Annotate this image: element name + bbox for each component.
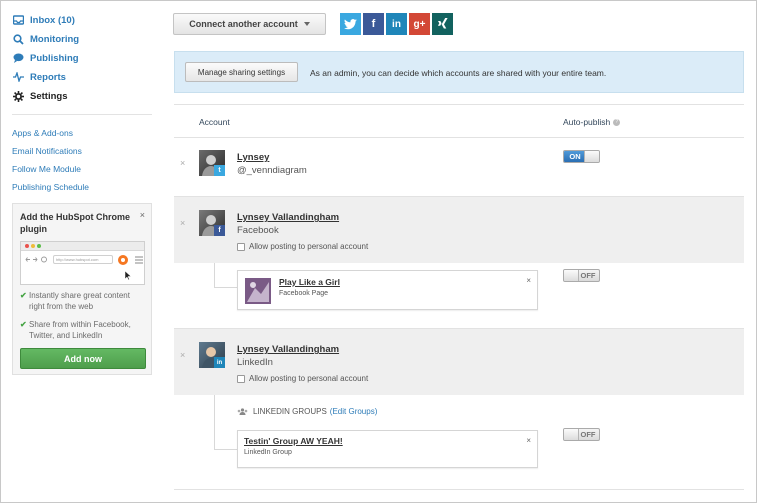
xing-icon: [437, 17, 448, 28]
account-network: LinkedIn: [237, 357, 273, 368]
sharing-settings-banner: Manage sharing settings As an admin, you…: [174, 51, 744, 93]
xing-connect-button[interactable]: [432, 13, 453, 35]
account-handle: @_venndiagram: [237, 165, 307, 176]
toggle-state: OFF: [580, 271, 596, 280]
tree-connector: [214, 263, 215, 287]
linkedin-icon: in: [392, 18, 401, 30]
google-plus-icon: g+: [413, 18, 426, 30]
nav-publishing[interactable]: Publishing: [12, 51, 79, 65]
header-divider: [174, 137, 744, 138]
inbox-icon: [12, 14, 24, 26]
nav-inbox[interactable]: Inbox (10): [12, 13, 75, 27]
page-title-link[interactable]: Play Like a Girl: [279, 277, 340, 287]
table-top-divider: [174, 104, 744, 105]
link-follow-me-module[interactable]: Follow Me Module: [12, 164, 81, 174]
plugin-title: Add the HubSpot Chrome plugin: [20, 212, 130, 234]
remove-group-button[interactable]: ×: [526, 436, 531, 445]
linkedin-groups-header: LINKEDIN GROUPS (Edit Groups): [237, 407, 377, 416]
nav-publishing-label: Publishing: [30, 52, 79, 64]
nav-reports-label: Reports: [30, 71, 66, 83]
facebook-icon: f: [214, 225, 225, 236]
speech-bubble-icon: [12, 52, 24, 64]
allow-personal-posting-checkbox[interactable]: [237, 375, 245, 383]
nav-monitoring[interactable]: Monitoring: [12, 32, 79, 46]
auto-publish-toggle[interactable]: ON: [563, 150, 600, 163]
avatar: t: [199, 150, 225, 176]
linkedin-icon: in: [214, 357, 225, 368]
column-header-account: Account: [199, 117, 230, 127]
group-icon: [237, 408, 248, 415]
auto-publish-toggle[interactable]: OFF: [563, 269, 600, 282]
table-bottom-divider: [174, 489, 744, 490]
allow-personal-posting-label: Allow posting to personal account: [249, 374, 369, 383]
group-title-link[interactable]: Testin' Group AW YEAH!: [244, 436, 343, 446]
tree-connector: [214, 287, 237, 288]
allow-personal-posting-checkbox[interactable]: [237, 243, 245, 251]
browser-illustration: http://www.hubspot.com: [20, 241, 145, 285]
browser-url-field: http://www.hubspot.com: [53, 255, 113, 264]
checkmark-icon: ✔: [20, 291, 27, 300]
tree-connector: [214, 449, 237, 450]
link-apps-addons[interactable]: Apps & Add-ons: [12, 128, 73, 138]
twitter-icon: t: [214, 165, 225, 176]
hubspot-sprocket-icon: [118, 255, 128, 265]
google-plus-connect-button[interactable]: g+: [409, 13, 430, 35]
toggle-state: ON: [564, 151, 586, 162]
remove-page-button[interactable]: ×: [526, 276, 531, 285]
nav-inbox-label: Inbox (10): [30, 14, 75, 26]
account-name-link[interactable]: Lynsey Vallandingham: [237, 212, 339, 223]
avatar: f: [199, 210, 225, 236]
linkedin-group-card: Testin' Group AW YEAH! LinkedIn Group ×: [237, 430, 538, 468]
gear-icon: [12, 90, 24, 102]
checkmark-icon: ✔: [20, 320, 27, 329]
manage-sharing-settings-button[interactable]: Manage sharing settings: [185, 62, 298, 82]
nav-monitoring-label: Monitoring: [30, 33, 80, 45]
remove-account-button[interactable]: ×: [180, 218, 185, 228]
edit-groups-link[interactable]: (Edit Groups): [330, 407, 378, 416]
activity-icon: [12, 71, 24, 83]
linkedin-connect-button[interactable]: in: [386, 13, 407, 35]
link-publishing-schedule[interactable]: Publishing Schedule: [12, 182, 89, 192]
twitter-icon: [344, 18, 357, 29]
remove-account-button[interactable]: ×: [180, 350, 185, 360]
page-thumbnail: [245, 278, 271, 304]
facebook-page-card: Play Like a Girl Facebook Page ×: [237, 270, 538, 310]
plugin-benefit-1: ✔ Instantly share great content right fro…: [20, 291, 130, 311]
sidebar-divider: [12, 114, 152, 115]
plugin-close-icon[interactable]: ×: [140, 210, 145, 220]
account-name-link[interactable]: Lynsey: [237, 152, 269, 163]
page-type: Facebook Page: [279, 290, 329, 297]
facebook-icon: f: [371, 18, 376, 30]
twitter-connect-button[interactable]: [340, 13, 361, 35]
search-icon: [12, 33, 24, 45]
avatar: in: [199, 342, 225, 368]
nav-settings[interactable]: Settings: [12, 89, 67, 103]
nav-reports[interactable]: Reports: [12, 70, 66, 84]
add-now-button[interactable]: Add now: [20, 348, 146, 369]
nav-settings-label: Settings: [30, 90, 68, 102]
allow-personal-posting-label: Allow posting to personal account: [249, 242, 369, 251]
banner-text: As an admin, you can decide which accoun…: [310, 68, 607, 78]
facebook-connect-button[interactable]: f: [363, 13, 384, 35]
plugin-benefit-2: ✔ Share from within Facebook, Twitter, an…: [20, 320, 131, 340]
chrome-plugin-promo: Add the HubSpot Chrome plugin × http://w…: [12, 203, 152, 375]
linkedin-groups-label: LINKEDIN GROUPS: [253, 407, 327, 416]
tree-connector: [214, 395, 215, 449]
group-type: LinkedIn Group: [244, 449, 292, 456]
account-network: Facebook: [237, 225, 279, 236]
connect-account-button[interactable]: Connect another account: [173, 13, 326, 35]
column-header-auto-publish: Auto-publish ?: [563, 117, 621, 127]
toggle-state: OFF: [580, 430, 596, 439]
auto-publish-toggle[interactable]: OFF: [563, 428, 600, 441]
remove-account-button[interactable]: ×: [180, 158, 185, 168]
chevron-down-icon: [303, 22, 310, 26]
help-icon[interactable]: ?: [613, 118, 621, 126]
account-name-link[interactable]: Lynsey Vallandingham: [237, 344, 339, 355]
link-email-notifications[interactable]: Email Notifications: [12, 146, 82, 156]
